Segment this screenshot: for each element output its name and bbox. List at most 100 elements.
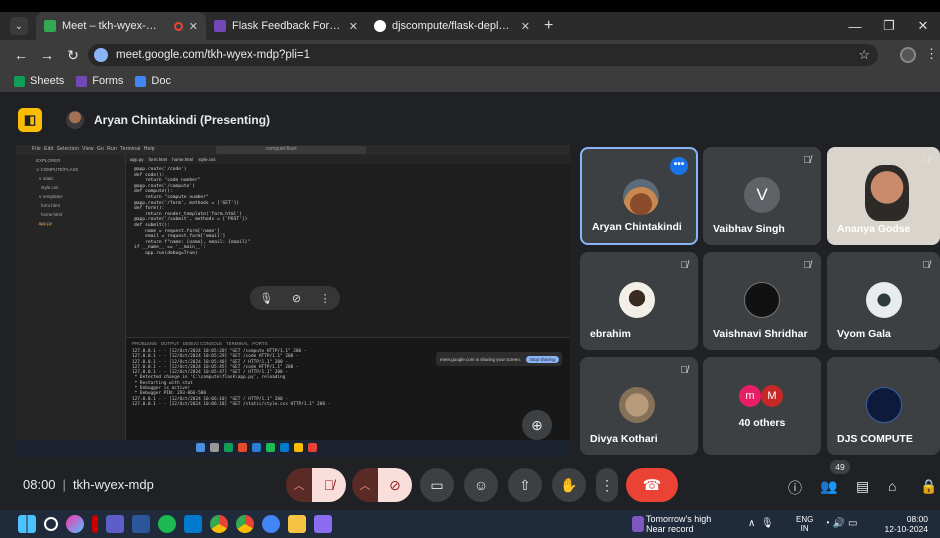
participant-tile-vaishnavi[interactable]: 🎙̸ Vaishnavi Shridhar xyxy=(703,252,821,350)
participant-tile-aryan[interactable]: ••• Aryan Chintakindi xyxy=(580,147,698,245)
screen: ⌄ Meet – tkh-wyex-mdp ✕ Flask Feedback F… xyxy=(0,0,940,538)
bookmark-doc[interactable]: Doc xyxy=(135,75,171,87)
clock-time: 08:00 xyxy=(906,514,928,524)
mic-off-icon: 🎙̸ xyxy=(922,155,931,166)
emoji-button[interactable]: ☺ xyxy=(464,468,498,502)
meeting-time: 08:00 xyxy=(23,477,56,492)
raise-hand-button[interactable]: ✋ xyxy=(552,468,586,502)
app-icon[interactable] xyxy=(92,515,98,533)
more-options-button[interactable]: ⋮ xyxy=(596,468,618,502)
code-editor: app.py form.html home.html style.css @ap… xyxy=(126,155,570,337)
explorer-line: ∨ templates xyxy=(36,194,63,199)
docs-icon xyxy=(135,75,147,87)
camera-off-icon[interactable]: ⊘ xyxy=(292,292,301,305)
captions-button[interactable]: ▭ xyxy=(420,468,454,502)
close-tab-icon[interactable]: ✕ xyxy=(349,20,358,33)
address-bar: ← → ↻ meet.google.com/tkh-wyex-mdp?pli=1… xyxy=(0,40,940,70)
tab-github[interactable]: djscompute/flask-deployment ✕ xyxy=(366,12,538,40)
chrome-icon[interactable] xyxy=(210,515,228,533)
site-info-icon[interactable] xyxy=(94,48,108,62)
back-icon[interactable]: ← xyxy=(8,47,34,63)
more-options-icon[interactable]: ⋮ xyxy=(320,292,331,305)
tab-search-icon[interactable]: ⌄ xyxy=(10,17,28,35)
bookmarks-bar: Sheets Forms Doc xyxy=(0,70,940,92)
windows-taskbar: Tomorrow's high Near record ∧ 🎙 ENG IN ◔… xyxy=(0,510,940,538)
code-area: @app.route('/code') def code(): return "c… xyxy=(126,164,570,257)
stop-sharing-button[interactable]: Stop sharing xyxy=(525,355,559,363)
language-code: ENG xyxy=(796,515,814,524)
participant-name: Vaibhav Singh xyxy=(713,223,785,235)
close-tab-icon[interactable]: ✕ xyxy=(521,20,530,33)
browser-menu-icon[interactable]: ⋮ xyxy=(925,46,938,62)
language-indicator[interactable]: ENG IN xyxy=(796,515,813,533)
meeting-code: tkh-wyex-mdp xyxy=(72,477,154,492)
bookmark-forms[interactable]: Forms xyxy=(76,75,123,87)
zoom-icon[interactable]: ⊕ xyxy=(522,410,552,440)
close-tab-icon[interactable]: ✕ xyxy=(189,20,198,33)
bookmark-sheets[interactable]: Sheets xyxy=(14,75,64,87)
tab-flask-form[interactable]: Flask Feedback Form - Google ✕ xyxy=(206,12,366,40)
profile-avatar[interactable] xyxy=(900,47,916,63)
forward-icon[interactable]: → xyxy=(34,47,60,63)
close-window-icon[interactable]: ✕ xyxy=(906,18,940,34)
present-icon: ◧ xyxy=(18,108,42,132)
show-hidden-icons-icon[interactable]: ∧ 🎙 xyxy=(748,518,774,529)
camera-toggle-button[interactable]: ⊘ xyxy=(378,468,412,502)
weather-widget[interactable]: Tomorrow's high Near record xyxy=(632,514,711,534)
app-icon xyxy=(252,443,261,452)
activities-icon[interactable]: ⌂ xyxy=(888,478,896,494)
search-icon[interactable] xyxy=(44,517,58,531)
participant-tile-djs[interactable]: DJS COMPUTE xyxy=(827,357,940,455)
participant-tile-vaibhav[interactable]: 🎙̸ V Vaibhav Singh xyxy=(703,147,821,245)
file-explorer-icon[interactable] xyxy=(288,515,306,533)
more-options-icon[interactable]: ••• xyxy=(670,157,688,175)
copilot-icon[interactable] xyxy=(66,515,84,533)
mic-off-icon[interactable]: 🎙 xyxy=(259,292,273,305)
participant-tile-others[interactable]: m M 40 others xyxy=(703,357,821,455)
url-field[interactable]: meet.google.com/tkh-wyex-mdp?pli=1 ☆ xyxy=(88,44,878,66)
meeting-info-icon[interactable]: ⓘ xyxy=(788,478,802,498)
app-icon xyxy=(210,443,219,452)
vscode-icon[interactable] xyxy=(184,515,202,533)
host-controls-icon[interactable]: 🔒 xyxy=(920,478,937,495)
chrome-icon[interactable] xyxy=(236,515,254,533)
avatar xyxy=(623,179,659,215)
participant-tile-vyom[interactable]: 🎙̸ Vyom Gala xyxy=(827,252,940,350)
avatar: M xyxy=(761,385,783,407)
teams-icon[interactable] xyxy=(106,515,124,533)
people-icon[interactable]: 👥 xyxy=(820,478,837,495)
explorer-line: app.py xyxy=(36,221,53,226)
restore-icon[interactable]: ❐ xyxy=(872,18,906,34)
network-volume-battery-icon[interactable]: ◔ 🔊 ▭ xyxy=(824,518,858,529)
chat-icon[interactable]: ▤ xyxy=(856,478,869,495)
new-tab-icon[interactable]: + xyxy=(544,17,553,35)
app-icon[interactable] xyxy=(314,515,332,533)
minimize-icon[interactable]: — xyxy=(838,19,872,34)
camera-options-button[interactable]: ︿ xyxy=(352,468,378,502)
spotify-icon[interactable] xyxy=(158,515,176,533)
leave-call-button[interactable]: ☎ xyxy=(626,468,678,502)
windows-start-icon[interactable] xyxy=(18,515,36,533)
app-icon[interactable] xyxy=(262,515,280,533)
explorer-line: ∨ COMPUTE\FLASK xyxy=(36,167,79,172)
mic-toggle-button[interactable]: 🎙̸ xyxy=(312,468,346,502)
bookmark-star-icon[interactable]: ☆ xyxy=(858,47,870,63)
mic-options-button[interactable]: ︿ xyxy=(286,468,312,502)
mic-off-icon: 🎙̸ xyxy=(680,365,689,376)
participant-tile-divya[interactable]: 🎙̸ Divya Kothari xyxy=(580,357,698,455)
system-clock[interactable]: 08:00 12-10-2024 xyxy=(872,514,928,534)
avatar: V xyxy=(744,177,780,213)
present-button[interactable]: ⇧ xyxy=(508,468,542,502)
video-feed xyxy=(865,165,909,221)
bookmark-label: Forms xyxy=(92,75,124,87)
app-icon xyxy=(266,443,275,452)
participant-tile-ananya[interactable]: 🎙̸ Ananya Godse xyxy=(827,147,940,245)
vscode-menu: File Edit Selection View Go Run Terminal… xyxy=(32,146,155,152)
participant-name: Aryan Chintakindi xyxy=(592,221,682,233)
tab-meet[interactable]: Meet – tkh-wyex-mdp ✕ xyxy=(36,12,206,40)
reload-icon[interactable]: ↻ xyxy=(60,47,86,64)
avatar xyxy=(619,282,655,318)
participant-tile-ebrahim[interactable]: 🎙̸ ebrahim xyxy=(580,252,698,350)
meeting-details: 08:00 | tkh-wyex-mdp xyxy=(23,477,154,492)
word-icon[interactable] xyxy=(132,515,150,533)
